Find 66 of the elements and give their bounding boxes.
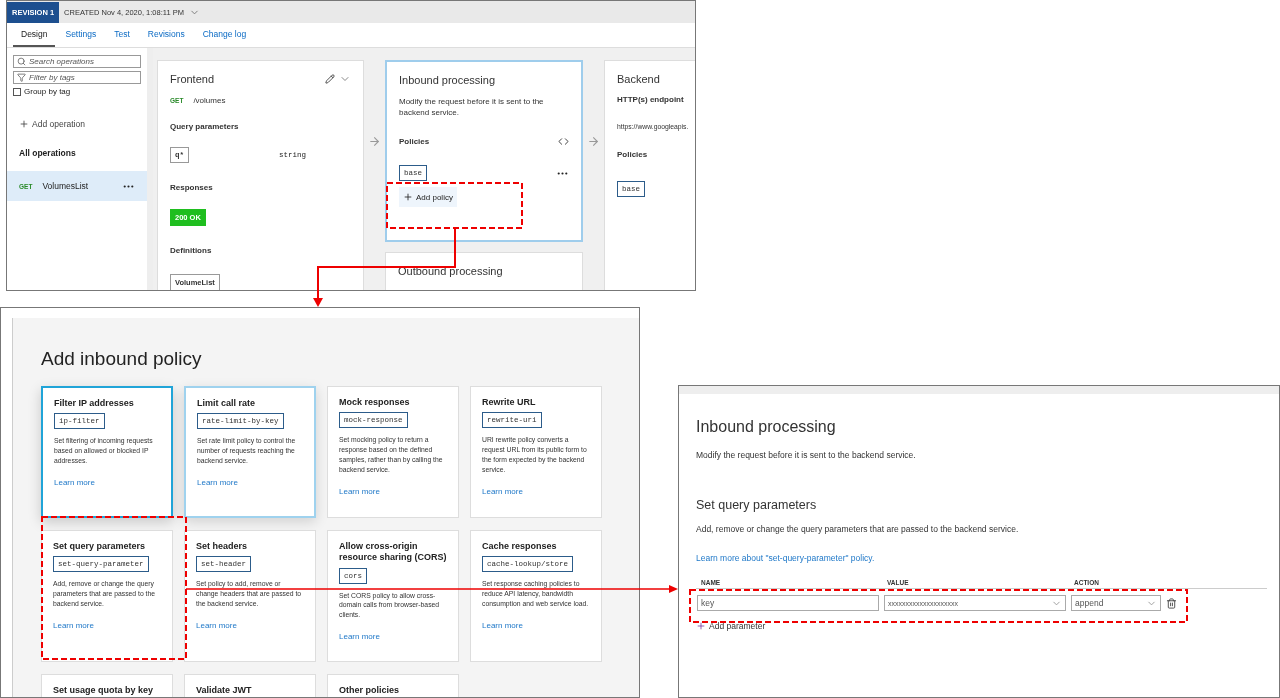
policy-title: Filter IP addresses	[54, 398, 134, 410]
plus-icon	[696, 621, 706, 631]
learn-more-link[interactable]: Learn more	[339, 632, 380, 642]
editor-title: Inbound processing	[696, 418, 837, 436]
learn-more-link[interactable]: Learn more	[54, 477, 95, 487]
policy-title: Set usage quota by key	[53, 685, 154, 697]
gallery-title: Add inbound policy	[41, 348, 203, 370]
add-policy-button[interactable]: Add policy	[399, 187, 457, 208]
code-icon[interactable]	[558, 136, 569, 148]
policy-title: Mock responses	[339, 397, 410, 409]
filter-field[interactable]: Filter by tags	[13, 71, 141, 84]
checkbox-label: Group by tag	[24, 87, 71, 96]
card-title: Outbound processing	[398, 265, 503, 277]
tab[interactable]: Revisions	[139, 23, 193, 47]
learn-more-link[interactable]: Learn more	[482, 486, 523, 496]
section-title: Set query parameters	[696, 498, 818, 512]
section-heading: Policies	[617, 149, 649, 159]
name-input[interactable]: key	[697, 595, 879, 611]
delete-icon[interactable]	[1166, 597, 1177, 609]
learn-more-link[interactable]: Learn more about "set-query-parameter" policy.	[696, 553, 875, 563]
operation-name: VolumesList	[42, 181, 90, 191]
policy-card[interactable]: Validate JWT	[184, 674, 316, 697]
section-heading: Definitions	[170, 246, 213, 256]
learn-more-link[interactable]: Learn more	[339, 486, 380, 496]
policy-title: Allow cross-origin resource sharing (CORS)	[339, 541, 447, 564]
tab[interactable]: Test	[106, 23, 138, 47]
policy-card[interactable]: Other policies	[327, 674, 459, 697]
funnel-icon	[17, 73, 26, 82]
learn-more-link[interactable]: Learn more	[196, 620, 237, 630]
checkbox[interactable]	[13, 87, 21, 96]
path-text: /volumes	[193, 95, 226, 107]
editor-description: Modify the request before it is sent to the backend service.	[696, 450, 917, 460]
plus-icon	[19, 119, 29, 129]
add-parameter-button[interactable]: Add parameter	[696, 621, 766, 631]
section-heading: Query parameters	[170, 122, 240, 132]
policy-title: Rewrite URL	[482, 397, 536, 409]
policy-title: Set query parameters	[53, 541, 146, 553]
plus-icon	[403, 192, 413, 203]
pencil-icon[interactable]	[325, 74, 335, 84]
tab[interactable]: Settings	[57, 23, 105, 47]
add-operation-button[interactable]: Add operation	[19, 119, 141, 129]
card-title: Backend	[617, 73, 660, 85]
search-field[interactable]: Search operations	[13, 55, 141, 68]
section-heading: Responses	[170, 183, 214, 193]
section-heading: Policies	[399, 137, 430, 147]
learn-more-link[interactable]: Learn more	[197, 477, 238, 487]
arrow-right-icon	[587, 135, 600, 148]
policy-title: Validate JWT	[196, 685, 252, 697]
policy-title: Set headers	[196, 541, 248, 553]
card-title: Frontend	[170, 73, 215, 85]
policy-title: Limit call rate	[197, 398, 256, 410]
all-operations-label: All operations	[19, 148, 77, 158]
learn-more-link[interactable]: Learn more	[482, 620, 523, 630]
tab[interactable]: Design	[13, 23, 56, 47]
card-description: Modify the request before it is sent to the backend service.	[399, 96, 545, 119]
policy-card[interactable]: Set usage quota by key	[41, 674, 173, 697]
action-dropdown[interactable]: append	[1071, 595, 1161, 611]
tab[interactable]: Change log	[194, 23, 255, 47]
section-heading: HTTP(s) endpoint	[617, 95, 685, 104]
arrow-right-icon	[368, 135, 381, 148]
learn-more-link[interactable]: Learn more	[53, 620, 94, 630]
card-title: Inbound processing	[399, 74, 495, 86]
search-icon	[17, 57, 26, 66]
policy-title: Cache responses	[482, 541, 557, 553]
section-description: Add, remove or change the query parameters that are passed to the backend service.	[696, 524, 1020, 534]
policy-title: Other policies	[339, 685, 400, 697]
